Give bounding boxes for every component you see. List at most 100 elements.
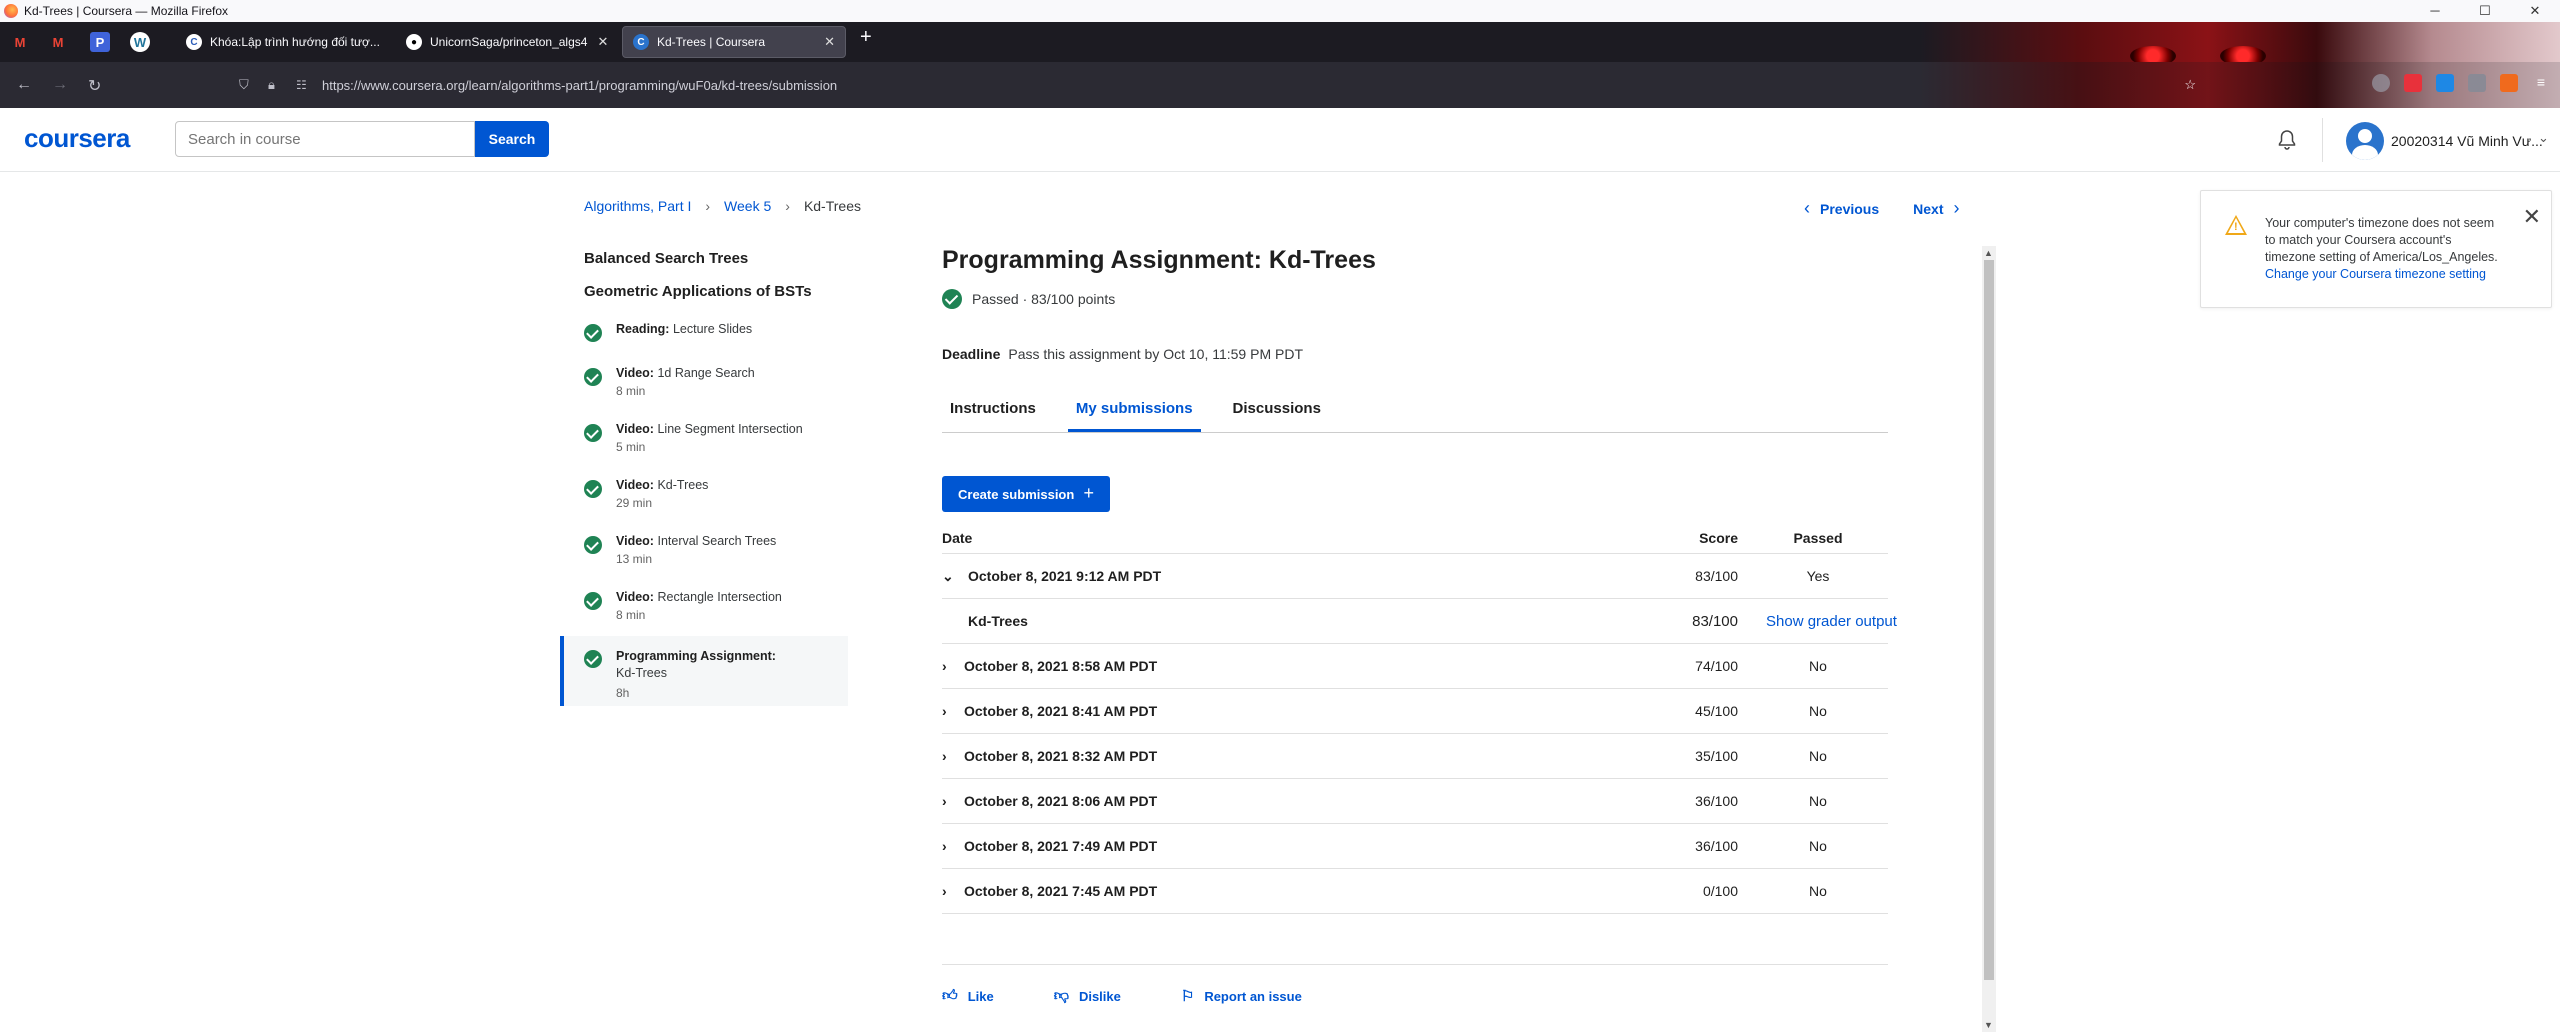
status-line: Passed · 83/100 points: [942, 289, 1888, 309]
table-row[interactable]: › October 8, 2021 8:58 AM PDT 74/100 No: [942, 644, 1888, 689]
chevron-right-icon[interactable]: ›: [942, 703, 958, 719]
table-row[interactable]: › October 8, 2021 7:45 AM PDT 0/100 No: [942, 869, 1888, 914]
coursera-favicon: C: [633, 34, 649, 50]
check-circle-icon: [584, 324, 602, 342]
scroll-up-icon[interactable]: ▲: [1984, 248, 1993, 258]
extension-icon-4[interactable]: [2500, 74, 2518, 92]
pinned-p-icon[interactable]: P: [90, 32, 110, 52]
feedback-bar: 👍︎ Like 👎︎ Dislike ⚐ Report an issue: [942, 964, 1888, 1005]
search-button[interactable]: Search: [475, 121, 549, 157]
chevron-right-icon[interactable]: ›: [942, 838, 958, 854]
scrollbar-thumb[interactable]: [1984, 260, 1994, 980]
coursera-header: coursera Search 20020314 Vũ Minh Vư... ⌄: [0, 108, 2560, 172]
sidebar-item-kd-trees-assignment[interactable]: Programming Assignment: Kd-Trees 8h: [560, 636, 848, 706]
plus-icon: +: [1083, 483, 1094, 503]
user-name[interactable]: 20020314 Vũ Minh Vư...: [2391, 133, 2543, 149]
avatar[interactable]: [2346, 122, 2384, 160]
close-icon[interactable]: ✕: [2523, 206, 2541, 228]
tab-favicon: C: [186, 34, 202, 50]
tab-instructions[interactable]: Instructions: [942, 394, 1044, 432]
chevron-down-icon[interactable]: ⌄: [2538, 130, 2549, 146]
new-tab-icon[interactable]: +: [860, 26, 872, 49]
tab-github[interactable]: ● UnicornSaga/princeton_algs4 ✕: [396, 26, 610, 58]
chevron-right-icon[interactable]: ›: [942, 883, 958, 899]
extension-icon-3[interactable]: [2468, 74, 2486, 92]
reload-icon[interactable]: ↻: [88, 76, 101, 96]
pocket-icon[interactable]: [2372, 74, 2390, 92]
close-tab-icon[interactable]: ✕: [814, 34, 835, 50]
tab-my-submissions[interactable]: My submissions: [1067, 394, 1201, 432]
sidebar-item-1d-range-search[interactable]: Video: 1d Range Search 8 min: [560, 362, 848, 404]
table-row-part: Kd-Trees 83/100 Show grader output: [942, 599, 1897, 644]
assignment-main: Programming Assignment: Kd-Trees Passed …: [942, 246, 1897, 1005]
submissions-table: Date Score Passed ⌄ October 8, 2021 9:12 …: [942, 522, 1897, 914]
maximize-button[interactable]: ☐: [2460, 0, 2510, 22]
tab-oop[interactable]: C Khóa:Lập trình hướng đối tượ...: [176, 26, 388, 58]
check-circle-icon: [584, 650, 602, 668]
chevron-right-icon[interactable]: ›: [942, 748, 958, 764]
close-window-button[interactable]: ✕: [2510, 0, 2560, 22]
extension-icon-1[interactable]: [2404, 74, 2422, 92]
wordpress-icon[interactable]: W: [130, 32, 150, 52]
coursera-logo[interactable]: coursera: [24, 123, 130, 154]
show-grader-output-link[interactable]: Show grader output: [1748, 613, 1928, 630]
create-submission-button[interactable]: Create submission +: [942, 476, 1110, 512]
bookmark-star-icon[interactable]: ☆: [2184, 77, 2196, 93]
table-row-expanded[interactable]: ⌄ October 8, 2021 9:12 AM PDT 83/100 Yes: [942, 554, 1888, 599]
lock-icon[interactable]: 🔒︎: [268, 77, 275, 93]
sidebar-section-geometric[interactable]: Geometric Applications of BSTs: [560, 283, 848, 300]
previous-button[interactable]: ‹ Previous: [1804, 198, 1879, 219]
tab-discussions[interactable]: Discussions: [1225, 394, 1329, 432]
page-title: Programming Assignment: Kd-Trees: [942, 246, 1376, 274]
check-circle-icon: [584, 536, 602, 554]
assignment-tabs: Instructions My submissions Discussions: [942, 394, 1888, 433]
scroll-down-icon[interactable]: ▼: [1984, 1020, 1993, 1030]
report-issue-button[interactable]: ⚐ Report an issue: [1181, 987, 1332, 1005]
chevron-right-icon: ›: [1953, 198, 1960, 218]
breadcrumb-course[interactable]: Algorithms, Part I: [584, 198, 691, 214]
menu-icon[interactable]: ≡: [2532, 74, 2550, 92]
gmail-icon-2[interactable]: M: [48, 32, 68, 52]
url-text[interactable]: https://www.coursera.org/learn/algorithm…: [322, 78, 837, 93]
chevron-right-icon[interactable]: ›: [942, 658, 958, 674]
check-circle-icon: [584, 368, 602, 386]
sidebar-section-balanced[interactable]: Balanced Search Trees: [560, 250, 848, 267]
search-input[interactable]: [175, 121, 475, 157]
chevron-right-icon[interactable]: ›: [942, 793, 958, 809]
back-icon[interactable]: ←: [16, 76, 32, 94]
close-tab-icon[interactable]: ✕: [587, 34, 608, 50]
sidebar-item-line-segment[interactable]: Video: Line Segment Intersection 5 min: [560, 418, 848, 460]
sidebar-item-kd-trees-video[interactable]: Video: Kd-Trees 29 min: [560, 474, 848, 516]
tab-coursera[interactable]: C Kd-Trees | Coursera ✕: [622, 26, 846, 58]
check-circle-icon: [584, 480, 602, 498]
next-button[interactable]: Next ›: [1913, 198, 1959, 219]
change-timezone-link[interactable]: Change your Coursera timezone setting: [2265, 266, 2505, 283]
minimize-button[interactable]: ─: [2410, 0, 2460, 22]
sidebar-item-interval-search[interactable]: Video: Interval Search Trees 13 min: [560, 530, 848, 572]
sidebar-item-rectangle-intersection[interactable]: Video: Rectangle Intersection 8 min: [560, 586, 848, 628]
bell-icon[interactable]: [2275, 128, 2299, 152]
flag-icon: ⚐: [1180, 988, 1195, 1005]
url-bar[interactable]: ⛉ 🔒︎ ☷ https://www.coursera.org/learn/al…: [236, 69, 2196, 101]
breadcrumb-week[interactable]: Week 5: [724, 198, 771, 214]
course-sidebar: Balanced Search Trees Geometric Applicat…: [560, 250, 848, 720]
permissions-icon[interactable]: ☷: [296, 78, 307, 92]
shield-icon[interactable]: ⛉: [239, 77, 249, 93]
dislike-button[interactable]: 👎︎ Dislike: [1054, 987, 1151, 1005]
like-button[interactable]: 👍︎ Like: [942, 987, 1024, 1005]
header-passed: Passed: [1793, 529, 1843, 546]
gmail-icon[interactable]: M: [10, 32, 30, 52]
check-circle-icon: [584, 592, 602, 610]
forward-icon[interactable]: →: [52, 76, 68, 94]
table-row[interactable]: › October 8, 2021 8:06 AM PDT 36/100 No: [942, 779, 1888, 824]
table-row[interactable]: › October 8, 2021 8:32 AM PDT 35/100 No: [942, 734, 1888, 779]
extension-icon-2[interactable]: [2436, 74, 2454, 92]
chevron-down-icon[interactable]: ⌄: [942, 568, 958, 585]
breadcrumb-current: Kd-Trees: [803, 198, 861, 214]
thumbs-up-icon: 👍︎: [942, 987, 958, 1004]
table-row[interactable]: › October 8, 2021 7:49 AM PDT 36/100 No: [942, 824, 1888, 869]
table-row[interactable]: › October 8, 2021 8:41 AM PDT 45/100 No: [942, 689, 1888, 734]
sidebar-item-lecture-slides[interactable]: Reading: Lecture Slides: [560, 318, 848, 348]
window-title: Kd-Trees | Coursera — Mozilla Firefox: [24, 4, 229, 18]
content-scrollbar[interactable]: ▲ ▼: [1982, 246, 1996, 1032]
